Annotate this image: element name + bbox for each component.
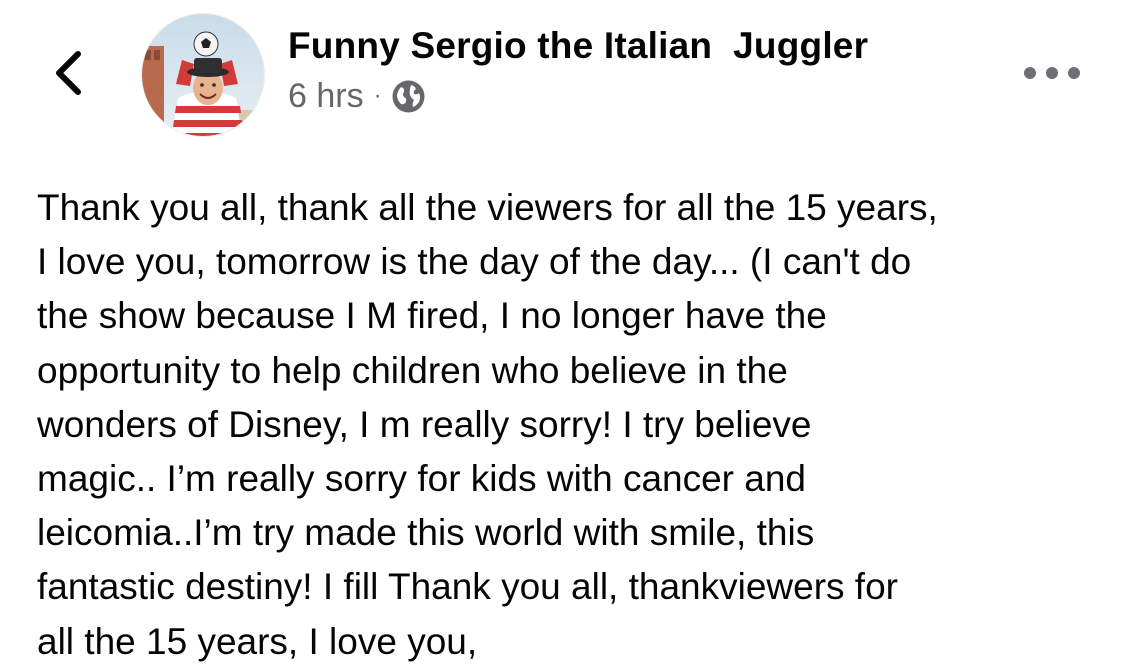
more-options-button[interactable]: [1024, 60, 1080, 86]
avatar-image: [142, 14, 264, 136]
post-timestamp[interactable]: 6 hrs: [288, 74, 364, 118]
back-button[interactable]: [46, 48, 90, 98]
author-name[interactable]: Funny Sergio the Italian Juggler: [288, 22, 868, 70]
post-text: Thank you all, thank all the viewers for…: [37, 187, 938, 662]
globe-icon: [392, 80, 425, 113]
author-avatar[interactable]: [142, 14, 264, 136]
ellipsis-dot: [1046, 67, 1058, 79]
post-meta: 6 hrs ·: [288, 74, 868, 118]
chevron-left-icon: [56, 51, 81, 95]
post-header: Funny Sergio the Italian Juggler 6 hrs ·: [288, 22, 868, 118]
ellipsis-dot: [1024, 67, 1036, 79]
ellipsis-dot: [1068, 67, 1080, 79]
meta-separator: ·: [373, 82, 382, 109]
